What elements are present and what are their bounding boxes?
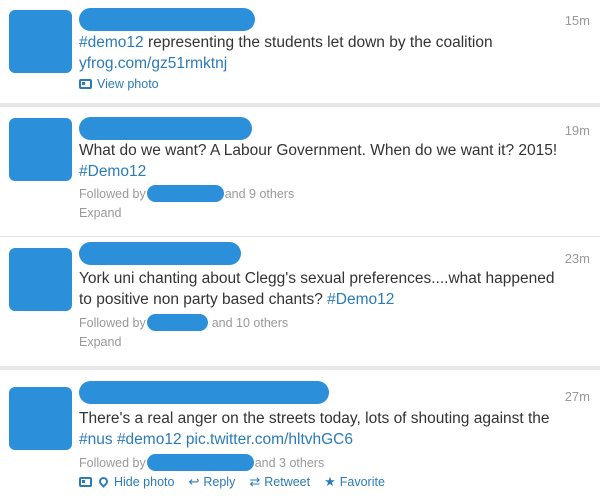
tweet-4[interactable]: 27m There's a real anger on the streets … xyxy=(0,370,600,500)
tweet-text-line2: #nus #demo12 pic.twitter.com/hltvhGC6 xyxy=(79,429,594,450)
expand-link[interactable]: Expand xyxy=(79,335,121,349)
url-link[interactable]: yfrog.com/gz51rmktnj xyxy=(79,55,227,72)
followed-by-line: Followed by and 10 others xyxy=(79,314,288,331)
others-count[interactable]: and 9 others xyxy=(225,187,295,201)
location-pin-icon xyxy=(97,474,110,488)
tweet-text: There's a real anger on the streets toda… xyxy=(79,410,550,427)
followed-by-line: Followed by and 3 others xyxy=(79,454,324,471)
tweet-timestamp[interactable]: 23m xyxy=(565,251,590,266)
retweet-label: Retweet xyxy=(264,475,311,489)
redacted-follower[interactable] xyxy=(146,185,224,202)
reply-button[interactable]: ↩ Reply xyxy=(188,474,235,490)
redacted-username[interactable] xyxy=(79,8,255,31)
hashtag-link[interactable]: #Demo12 xyxy=(327,291,394,308)
followed-by-line: Followed by and 9 others xyxy=(79,185,294,202)
redacted-username[interactable] xyxy=(79,117,252,140)
tweet-timestamp[interactable]: 19m xyxy=(565,123,590,138)
avatar[interactable] xyxy=(9,118,72,181)
hashtag-link[interactable]: #demo12 xyxy=(117,431,182,448)
redacted-follower[interactable] xyxy=(146,454,254,471)
avatar[interactable] xyxy=(9,248,72,311)
avatar[interactable] xyxy=(9,10,72,73)
favorite-label: Favorite xyxy=(339,475,385,489)
redacted-username[interactable] xyxy=(79,242,241,265)
tweet-text: What do we want? A Labour Government. Wh… xyxy=(79,142,558,159)
tweet-3[interactable]: 23m York uni chanting about Clegg's sexu… xyxy=(0,237,600,364)
followed-by-label: Followed by xyxy=(79,315,146,330)
tweet-actions: Hide photo ↩ Reply ⇄ Retweet ★ Favorite xyxy=(79,474,399,490)
url-link[interactable]: pic.twitter.com/hltvhGC6 xyxy=(186,431,353,448)
tweet-text: York uni chanting about Clegg's sexual p… xyxy=(79,270,555,287)
tweet-timestamp[interactable]: 15m xyxy=(565,13,590,28)
tweet-text-line2: yfrog.com/gz51rmktnj xyxy=(79,53,594,74)
tweet-1[interactable]: 15m #demo12 representing the students le… xyxy=(0,0,600,103)
tweet-text-line2: to positive non party based chants? #Dem… xyxy=(79,289,594,310)
tweet-text-line2: #Demo12 xyxy=(79,161,594,182)
reply-label: Reply xyxy=(203,475,236,489)
view-photo-button[interactable]: View photo xyxy=(79,77,159,91)
redacted-username[interactable] xyxy=(79,381,329,404)
expand-link[interactable]: Expand xyxy=(79,206,121,220)
redacted-follower[interactable] xyxy=(146,314,208,331)
tweet-2[interactable]: 19m What do we want? A Labour Government… xyxy=(0,107,600,235)
tweet-body: to positive non party based chants? xyxy=(79,291,328,308)
tweet-body: representing the students let down by th… xyxy=(143,34,493,51)
others-count[interactable]: and 3 others xyxy=(255,456,325,470)
retweet-icon: ⇄ xyxy=(249,474,261,489)
tweet-timestamp[interactable]: 27m xyxy=(565,389,590,404)
star-icon: ★ xyxy=(324,474,336,489)
photo-icon xyxy=(79,79,92,89)
tweet-text: #demo12 representing the students let do… xyxy=(79,32,594,53)
favorite-button[interactable]: ★ Favorite xyxy=(324,474,385,490)
hashtag-link[interactable]: #demo12 xyxy=(79,34,144,51)
avatar[interactable] xyxy=(9,387,72,450)
hide-photo-label: Hide photo xyxy=(114,475,175,489)
others-count[interactable]: and 10 others xyxy=(212,316,288,330)
reply-icon: ↩ xyxy=(188,474,200,489)
view-photo-label: View photo xyxy=(97,77,159,91)
hide-photo-button[interactable]: Hide photo xyxy=(79,474,175,489)
hashtag-link[interactable]: #nus xyxy=(79,431,113,448)
hashtag-link[interactable]: #Demo12 xyxy=(79,163,146,180)
followed-by-label: Followed by xyxy=(79,186,146,201)
retweet-button[interactable]: ⇄ Retweet xyxy=(249,474,310,490)
followed-by-label: Followed by xyxy=(79,455,146,470)
photo-icon xyxy=(79,477,92,487)
